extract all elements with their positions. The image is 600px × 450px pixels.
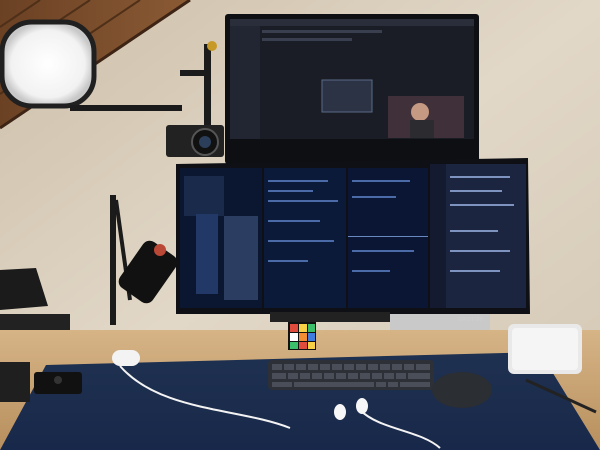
desk-setup-scene: GROTISH: [0, 0, 600, 450]
earbuds-case: [112, 350, 140, 366]
speaker-grill: [512, 328, 578, 370]
keyboard: [268, 360, 434, 390]
desk-tray: [0, 362, 30, 402]
rubiks-cube: [288, 322, 316, 350]
scene-illustration: [0, 0, 600, 450]
speaker-brand-label: GROTISH: [457, 317, 485, 323]
top-monitor: [225, 14, 479, 164]
mouse: [432, 372, 492, 408]
stream-deck-knob: [54, 376, 62, 384]
ultrawide-monitor: [176, 158, 530, 322]
